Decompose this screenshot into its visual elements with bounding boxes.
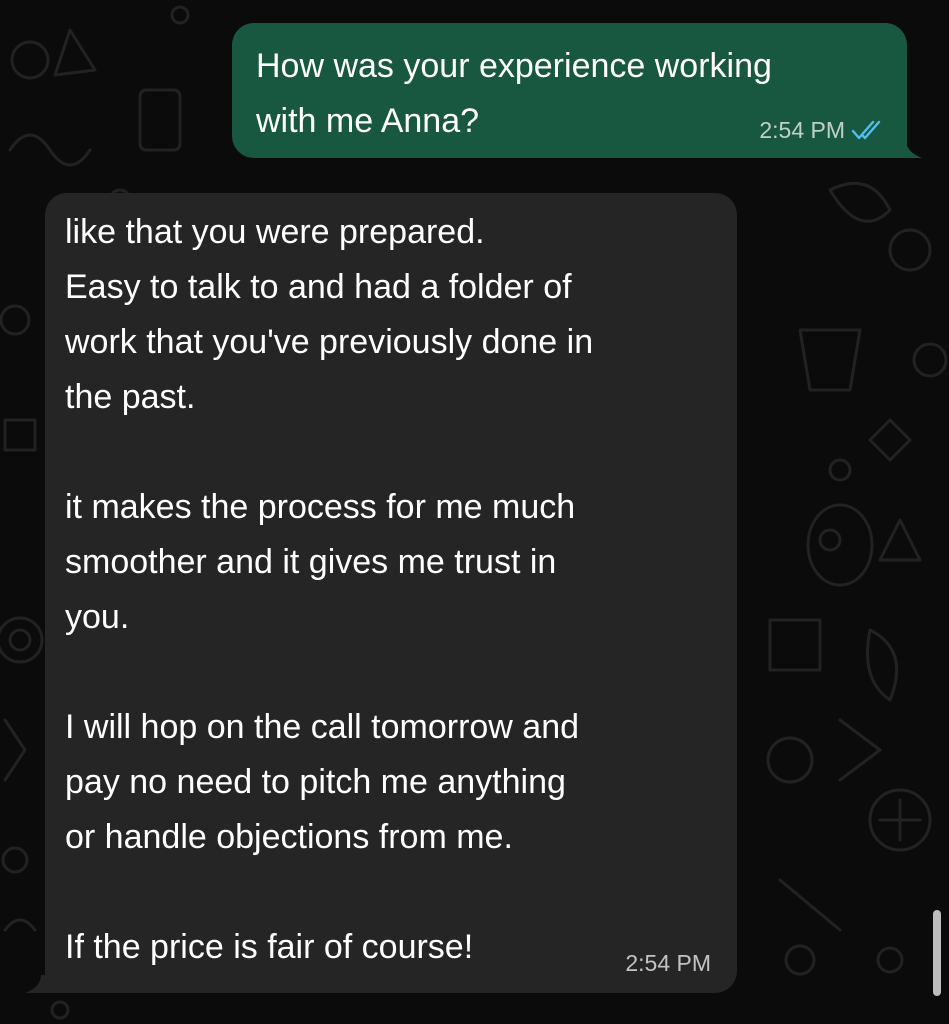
outgoing-bubble-tail [896,140,922,158]
incoming-message-bubble[interactable]: like that you were prepared. Easy to tal… [45,193,737,993]
message-text: like that you were prepared. Easy to tal… [65,213,594,966]
message-meta: 2:54 PM [759,116,885,144]
outgoing-message-bubble[interactable]: How was your experience working with me … [232,23,907,158]
message-meta: 2:54 PM [625,949,711,977]
double-check-read-icon [851,120,881,140]
scrollbar-thumb[interactable] [933,910,941,996]
message-timestamp: 2:54 PM [625,950,711,976]
incoming-bubble-tail [25,975,51,993]
message-timestamp: 2:54 PM [759,117,845,143]
